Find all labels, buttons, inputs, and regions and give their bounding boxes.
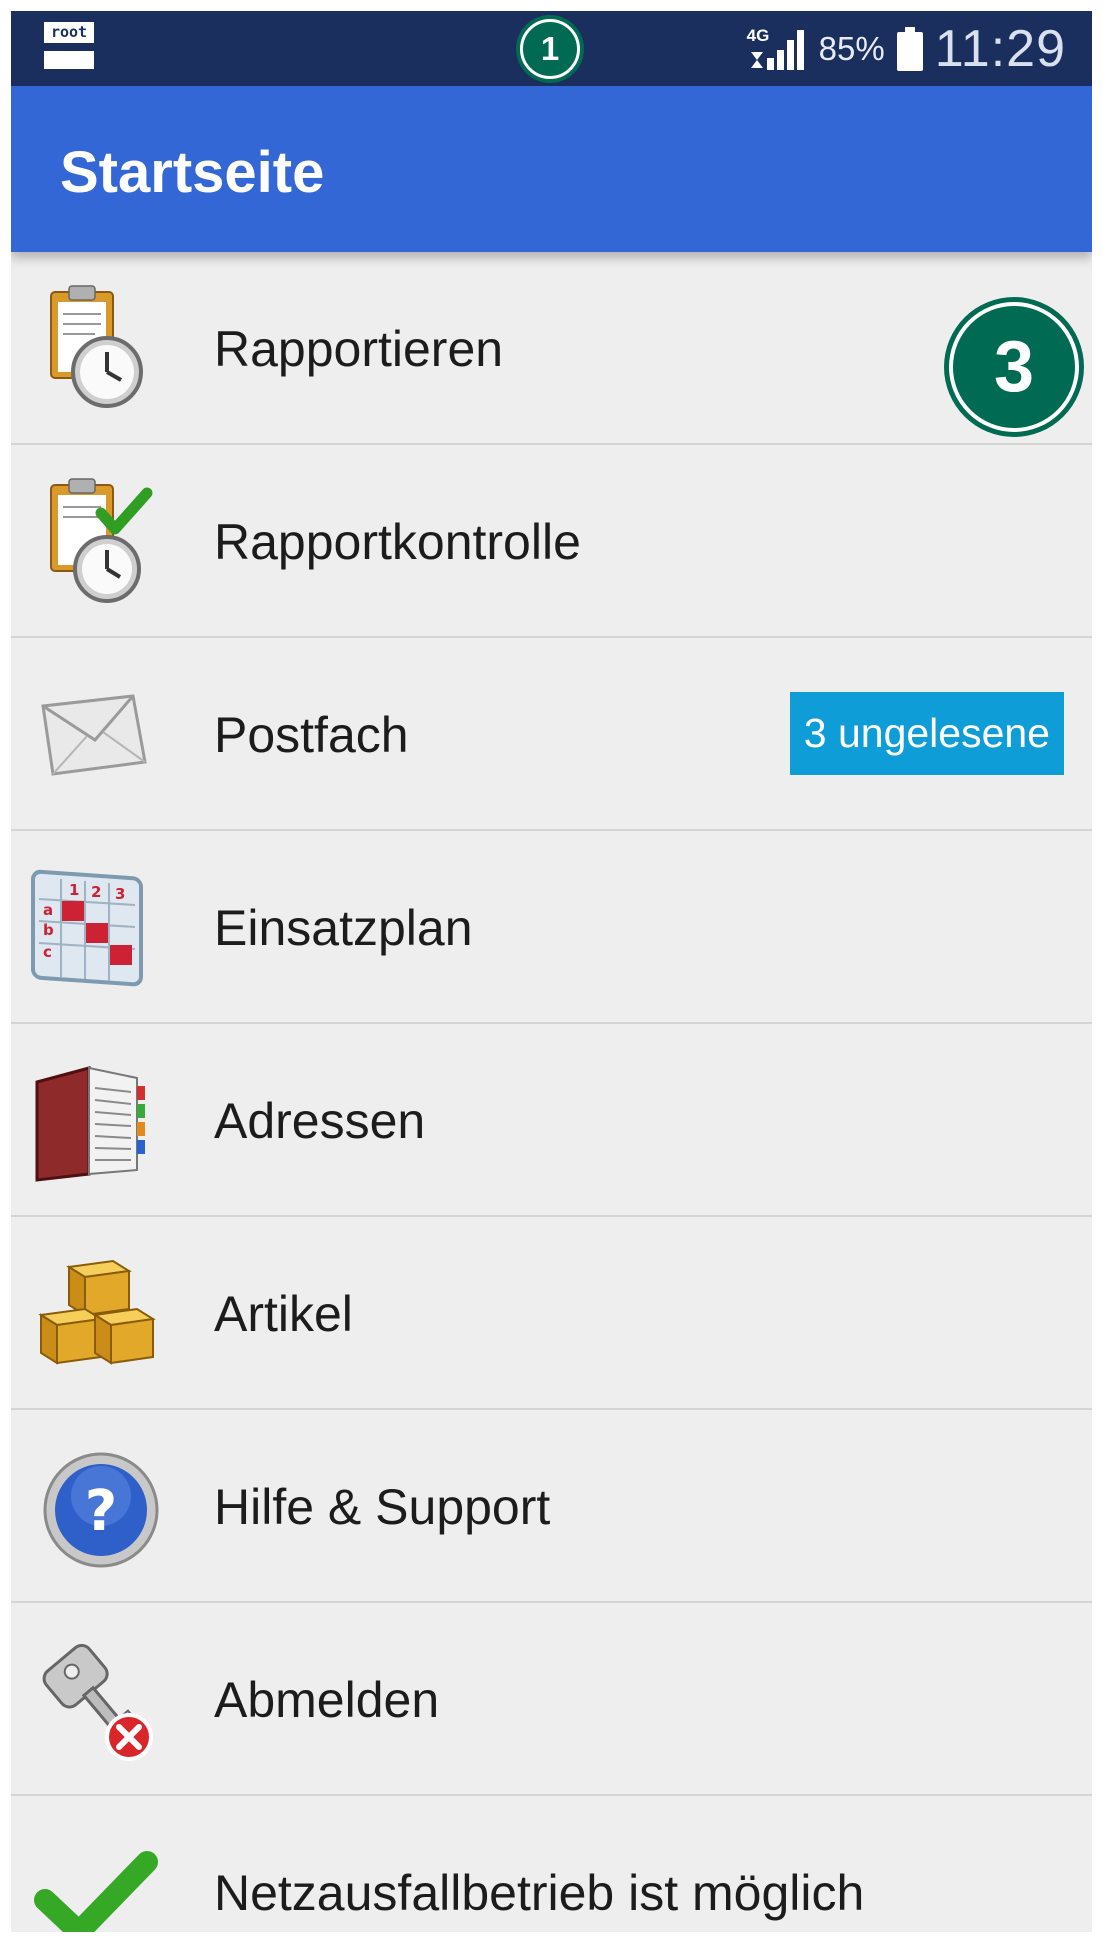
root-icon: root [44, 22, 94, 72]
root-label: root [44, 22, 94, 43]
callout-marker-1: 1 [520, 19, 580, 79]
menu-item-abmelden[interactable]: Abmelden [11, 1603, 1092, 1796]
menu-item-label: Adressen [214, 1092, 426, 1149]
svg-text:c: c [43, 943, 52, 961]
callout-marker-3: 3 [949, 302, 1079, 432]
boxes-icon [29, 1245, 167, 1383]
svg-text:1: 1 [69, 881, 79, 899]
green-check-icon [29, 1824, 167, 1932]
menu-item-hilfe-support[interactable]: ? Hilfe & Support [11, 1410, 1092, 1603]
svg-text:2: 2 [91, 883, 101, 901]
unread-badge: 3 ungelesene [789, 692, 1064, 775]
menu-item-label: Netzausfallbetrieb ist möglich [214, 1864, 865, 1921]
menu-item-label: Abmelden [214, 1671, 440, 1728]
menu-item-netzausfallbetrieb[interactable]: Netzausfallbetrieb ist möglich [11, 1796, 1092, 1932]
app-bar: Startseite [11, 86, 1092, 252]
status-clock: 11:29 [934, 19, 1066, 78]
menu-item-label: Einsatzplan [214, 899, 473, 956]
battery-icon [896, 26, 923, 71]
envelope-icon [29, 666, 167, 804]
menu-item-label: Rapportkontrolle [214, 513, 581, 570]
schedule-grid-icon: 1 2 3 a b c [29, 859, 167, 997]
menu-item-postfach[interactable]: Postfach 3 ungelesene [11, 638, 1092, 831]
svg-text:3: 3 [115, 885, 125, 903]
menu-item-einsatzplan[interactable]: 1 2 3 a b c Einsatzplan [11, 831, 1092, 1024]
clipboard-clock-icon [29, 280, 167, 418]
menu-item-artikel[interactable]: Artikel [11, 1217, 1092, 1410]
menu-item-rapportkontrolle[interactable]: Rapportkontrolle [11, 445, 1092, 638]
menu-item-label: Hilfe & Support [214, 1478, 551, 1535]
svg-text:?: ? [85, 1479, 117, 1544]
menu-item-rapportieren[interactable]: Rapportieren [11, 252, 1092, 445]
svg-text:b: b [43, 921, 54, 939]
menu-item-label: Artikel [214, 1285, 353, 1342]
key-logout-icon [29, 1631, 167, 1769]
svg-text:a: a [43, 901, 53, 919]
help-icon: ? [29, 1438, 167, 1576]
signal-icon: 4G [747, 24, 807, 74]
phone-screen: root 4G 85% 11:29 Startseite Rapportiere… [11, 11, 1092, 1932]
clipboard-check-icon [29, 473, 167, 611]
menu-item-label: Rapportieren [214, 320, 504, 377]
main-menu: Rapportieren Rapportkontrolle Postfach 3… [11, 252, 1092, 1932]
page-title: Startseite [60, 140, 325, 205]
menu-item-adressen[interactable]: Adressen [11, 1024, 1092, 1217]
battery-percent: 85% [818, 29, 885, 67]
menu-item-label: Postfach [214, 706, 409, 763]
address-book-icon [29, 1052, 167, 1190]
